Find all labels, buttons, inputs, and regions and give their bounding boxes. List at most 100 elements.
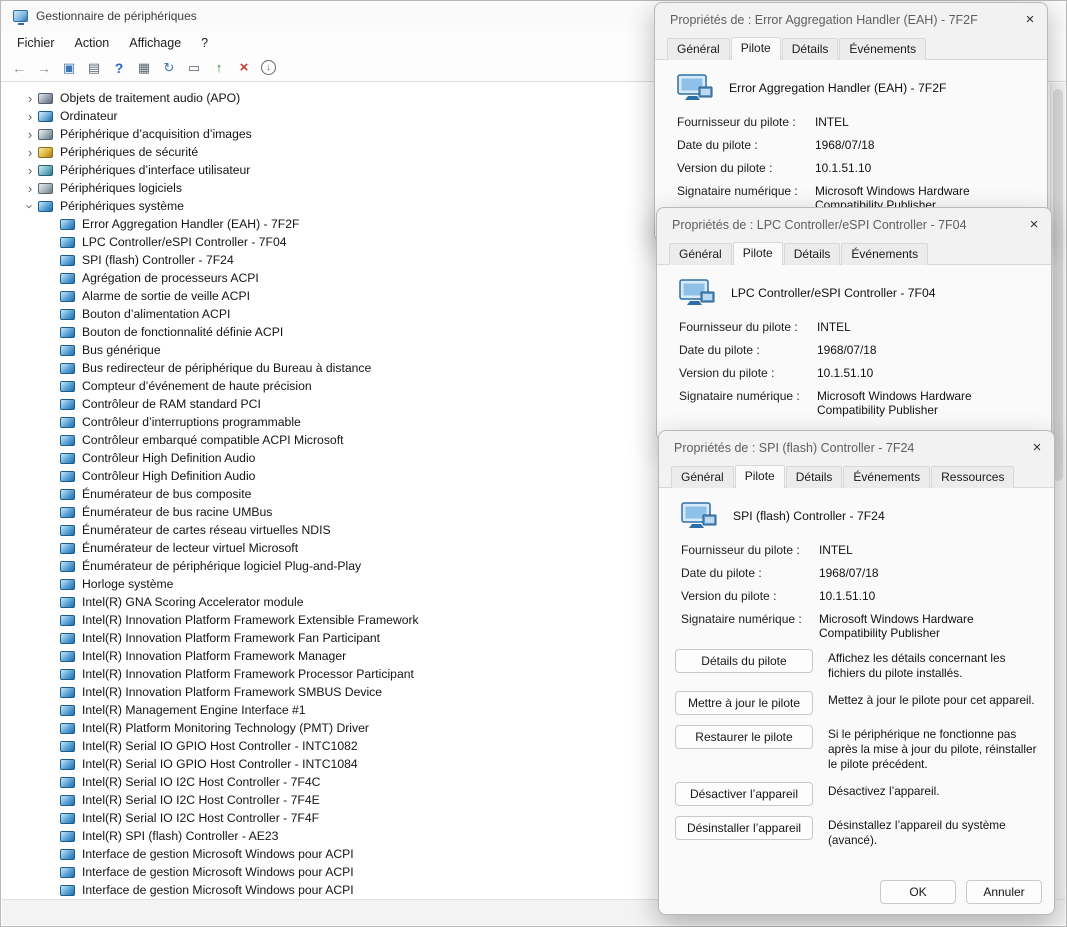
- tree-item-label: Intel(R) Serial IO I2C Host Controller -…: [82, 775, 320, 789]
- tree-item-label: Interface de gestion Microsoft Windows p…: [82, 865, 354, 879]
- driver-field-row: Fournisseur du pilote : INTEL: [657, 320, 1051, 334]
- device-icon: [60, 543, 75, 554]
- driver-fields: Fournisseur du pilote : INTEL Date du pi…: [659, 543, 1054, 640]
- tab-general[interactable]: Général: [667, 38, 730, 60]
- ok-button[interactable]: OK: [880, 880, 956, 904]
- menu-fichier[interactable]: Fichier: [7, 33, 65, 53]
- tab-evenements[interactable]: Événements: [839, 38, 926, 60]
- update-driver-icon[interactable]: ↑: [209, 58, 229, 78]
- tree-item-label: Périphériques de sécurité: [60, 145, 198, 159]
- tab-pilote[interactable]: Pilote: [733, 242, 783, 265]
- tab-evenements[interactable]: Événements: [841, 243, 928, 265]
- driver-details-action: Détails du pilote Affichez les détails c…: [659, 649, 1054, 681]
- chevron-icon[interactable]: ›: [22, 128, 38, 141]
- driver-field-row: Version du pilote : 10.1.51.10: [659, 589, 1054, 603]
- field-value: 10.1.51.10: [819, 589, 1048, 603]
- tab-details[interactable]: Détails: [782, 38, 839, 60]
- close-icon[interactable]: ×: [1023, 214, 1045, 236]
- tab-general[interactable]: Général: [671, 466, 734, 488]
- tree-item-label: Intel(R) Management Engine Interface #1: [82, 703, 306, 717]
- device-manager-icon: [13, 10, 28, 22]
- chevron-icon[interactable]: ›: [22, 146, 38, 159]
- device-icon: [60, 705, 75, 716]
- help-icon[interactable]: ?: [109, 58, 129, 78]
- rollback-driver-action: Restaurer le pilote Si le périphérique n…: [659, 725, 1054, 772]
- device-icon: [60, 219, 75, 230]
- field-label: Version du pilote :: [679, 366, 817, 380]
- device-icon: [679, 279, 715, 306]
- device-icon: [60, 327, 75, 338]
- chevron-icon[interactable]: ›: [22, 92, 38, 105]
- action-button[interactable]: Détails du pilote: [675, 649, 813, 673]
- device-icon: [681, 502, 717, 529]
- device-icon: [60, 687, 75, 698]
- device-icon: [60, 417, 75, 428]
- chevron-icon[interactable]: ›: [24, 198, 37, 214]
- uninstall-device-icon[interactable]: ×: [234, 58, 254, 78]
- uninstall-device-action: Désinstaller l’appareil Désinstallez l’a…: [659, 816, 1054, 848]
- action-button[interactable]: Restaurer le pilote: [675, 725, 813, 749]
- back-icon[interactable]: ←: [9, 58, 29, 78]
- tab-evenements[interactable]: Événements: [843, 466, 930, 488]
- device-header: LPC Controller/eSPI Controller - 7F04: [657, 265, 1051, 320]
- menu-affichage[interactable]: Affichage: [119, 33, 191, 53]
- cancel-button[interactable]: Annuler: [966, 880, 1042, 904]
- tree-item-label: Objets de traitement audio (APO): [60, 91, 240, 105]
- tab-details[interactable]: Détails: [784, 243, 841, 265]
- tab-pilote[interactable]: Pilote: [731, 37, 781, 60]
- close-icon[interactable]: ×: [1026, 437, 1048, 459]
- scrollbar-thumb[interactable]: [1053, 89, 1063, 481]
- tree-item-label: Contrôleur d’interruptions programmable: [82, 415, 301, 429]
- chevron-icon[interactable]: ›: [22, 110, 38, 123]
- dialog-title-bar: Propriétés de : SPI (flash) Controller -…: [659, 431, 1054, 464]
- device-icon: [60, 345, 75, 356]
- tree-item-label: Contrôleur High Definition Audio: [82, 469, 255, 483]
- tab-details[interactable]: Détails: [786, 466, 843, 488]
- driver-actions: Détails du pilote Affichez les détails c…: [659, 649, 1054, 848]
- field-label: Date du pilote :: [677, 138, 815, 152]
- tab-ressources[interactable]: Ressources: [931, 466, 1014, 488]
- action-button[interactable]: Désactiver l’appareil: [675, 782, 813, 806]
- tree-item-label: Intel(R) Serial IO I2C Host Controller -…: [82, 811, 319, 825]
- properties-icon[interactable]: ▦: [134, 58, 154, 78]
- disable-device-icon[interactable]: ↓: [261, 60, 276, 75]
- action-button[interactable]: Désinstaller l’appareil: [675, 816, 813, 840]
- device-header: Error Aggregation Handler (EAH) - 7F2F: [655, 60, 1047, 115]
- update-driver-action: Mettre à jour le pilote Mettez à jour le…: [659, 691, 1054, 715]
- menu-aide[interactable]: ?: [191, 33, 218, 53]
- action-button[interactable]: Mettre à jour le pilote: [675, 691, 813, 715]
- field-value: 1968/07/18: [817, 343, 1045, 357]
- device-icon: [38, 183, 53, 194]
- device-icon: [60, 759, 75, 770]
- pilote-tab-page: LPC Controller/eSPI Controller - 7F04 Fo…: [657, 265, 1051, 440]
- tab-strip: GénéralPiloteDétailsÉvénementsRessources: [659, 464, 1054, 488]
- chevron-icon[interactable]: ›: [22, 182, 38, 195]
- forward-icon[interactable]: →: [34, 58, 54, 78]
- tab-pilote[interactable]: Pilote: [735, 465, 785, 488]
- field-value: 1968/07/18: [819, 566, 1048, 580]
- refresh-icon[interactable]: ↻: [159, 58, 179, 78]
- device-icon: [60, 867, 75, 878]
- tree-item-label: Énumérateur de périphérique logiciel Plu…: [82, 559, 361, 573]
- scan-hardware-icon[interactable]: ▭: [184, 58, 204, 78]
- device-header: SPI (flash) Controller - 7F24: [659, 488, 1054, 543]
- chevron-icon[interactable]: ›: [22, 164, 38, 177]
- tree-item-label: Intel(R) Serial IO GPIO Host Controller …: [82, 757, 358, 771]
- driver-field-row: Date du pilote : 1968/07/18: [657, 343, 1051, 357]
- device-icon: [60, 723, 75, 734]
- menu-action[interactable]: Action: [65, 33, 120, 53]
- tree-item-label: Intel(R) Innovation Platform Framework F…: [82, 631, 380, 645]
- close-icon[interactable]: ×: [1019, 9, 1041, 31]
- device-icon: [60, 381, 75, 392]
- action-description: Si le périphérique ne fonctionne pas apr…: [828, 725, 1040, 772]
- console-window-icon[interactable]: ▣: [59, 58, 79, 78]
- action-description: Mettez à jour le pilote pour cet apparei…: [828, 691, 1035, 708]
- device-icon: [60, 651, 75, 662]
- tab-general[interactable]: Général: [669, 243, 732, 265]
- export-list-icon[interactable]: ▤: [84, 58, 104, 78]
- tree-item-label: Intel(R) Platform Monitoring Technology …: [82, 721, 369, 735]
- properties-dialog-eah: Propriétés de : Error Aggregation Handle…: [654, 2, 1048, 242]
- tree-item-label: Compteur d’événement de haute précision: [82, 379, 312, 393]
- field-label: Date du pilote :: [679, 343, 817, 357]
- device-icon: [38, 147, 53, 158]
